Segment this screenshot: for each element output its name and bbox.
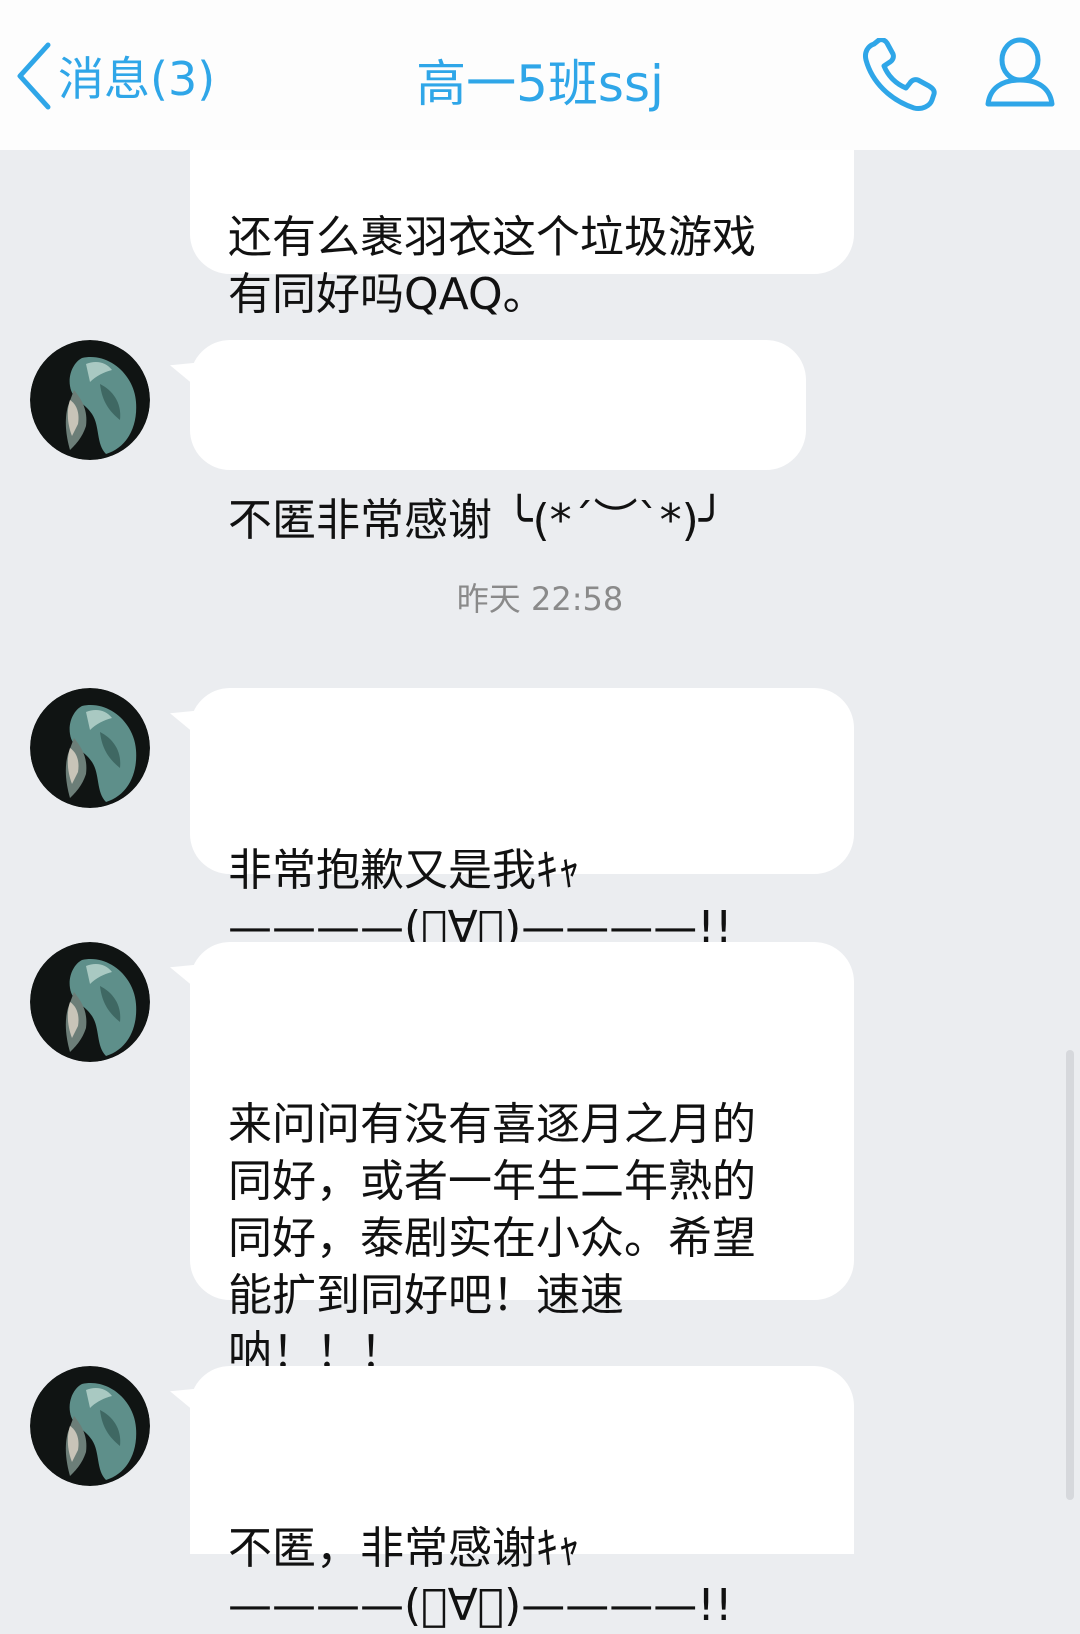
message-text: 非常抱歉又是我ｷｬ ————(ﾟ∀ﾟ)————!! — [228, 845, 733, 953]
avatar[interactable] — [30, 688, 150, 808]
bubble-tail — [170, 353, 196, 387]
chat-area[interactable]: 还有么裹羽衣这个垃圾游戏 有同好吗QAQ。 不匿非常感谢 ╰(*´︶`*)╯ 昨… — [0, 0, 1080, 1631]
bubble-tail — [170, 955, 196, 989]
call-button[interactable] — [860, 37, 940, 118]
message-text: 不匿，非常感谢ｷｬ ————(ﾟ∀ﾟ)————!! — [228, 1523, 733, 1631]
chat-header: 消息(3) 高一5班ssj — [0, 0, 1080, 150]
timestamp: 昨天 22:58 — [456, 580, 624, 618]
profile-button[interactable] — [982, 36, 1058, 114]
message-text: 来问问有没有喜逐月之月的 同好，或者一年生二年熟的 同好，泰剧实在小众。希望 能… — [228, 1099, 756, 1378]
bubble-tail — [170, 701, 196, 735]
phone-icon — [863, 37, 937, 111]
bubble-tail — [170, 1379, 196, 1413]
avatar[interactable] — [30, 340, 150, 460]
avatar[interactable] — [30, 942, 150, 1062]
message-bubble[interactable]: 不匿，非常感谢ｷｬ ————(ﾟ∀ﾟ)————!! — [170, 1366, 854, 1631]
message-text: 还有么裹羽衣这个垃圾游戏 有同好吗QAQ。 — [228, 212, 756, 320]
scrollbar[interactable] — [1066, 1050, 1074, 1500]
message-text: 不匿非常感谢 ╰(*´︶`*)╯ — [228, 495, 726, 546]
message-bubble[interactable]: 不匿非常感谢 ╰(*´︶`*)╯ — [170, 340, 806, 546]
message-bubble[interactable]: 非常抱歉又是我ｷｬ ————(ﾟ∀ﾟ)————!! — [170, 688, 854, 953]
message-bubble[interactable]: 来问问有没有喜逐月之月的 同好，或者一年生二年熟的 同好，泰剧实在小众。希望 能… — [170, 942, 854, 1378]
person-icon — [985, 37, 1055, 107]
avatar[interactable] — [30, 1366, 150, 1486]
